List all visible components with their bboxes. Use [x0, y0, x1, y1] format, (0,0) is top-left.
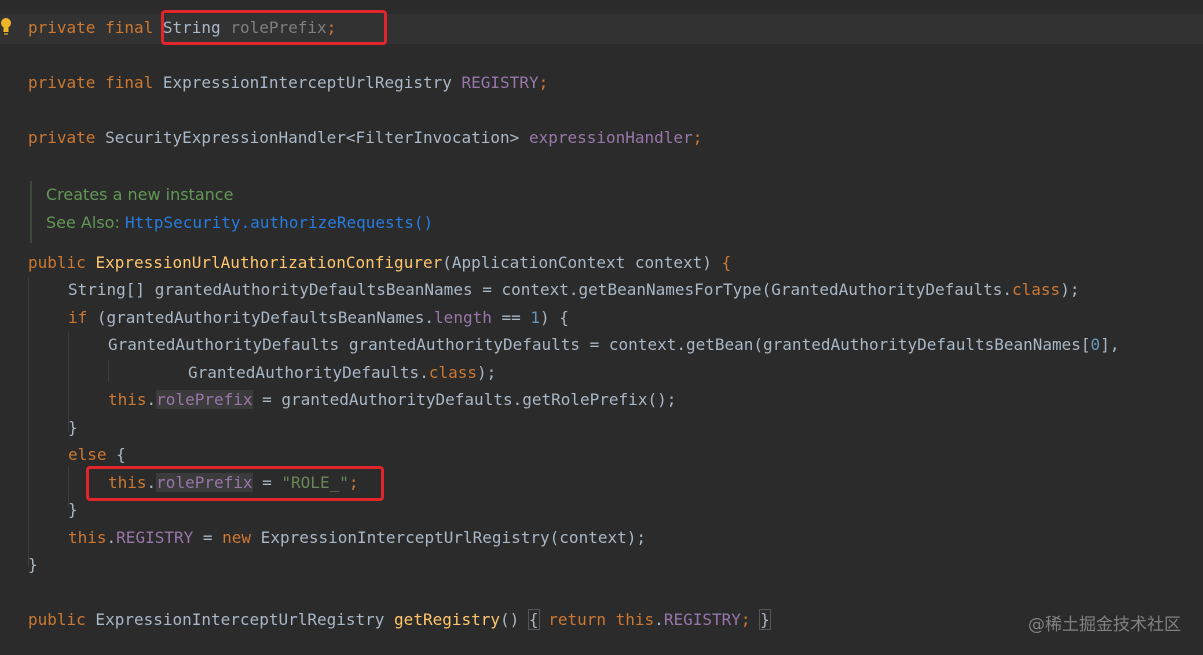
open-brace: {: [721, 253, 732, 272]
code-text: (): [500, 610, 520, 629]
code-line-close-constructor[interactable]: }: [28, 554, 38, 576]
folded-close-brace[interactable]: }: [759, 609, 771, 630]
keyword-private: private: [28, 73, 96, 92]
code-text: = grantedAuthorityDefaults.getRolePrefix…: [252, 390, 677, 409]
code-text: );: [1060, 280, 1080, 299]
field-registry: REGISTRY: [663, 610, 741, 629]
folded-open-brace[interactable]: {: [527, 609, 540, 630]
code-text: GrantedAuthorityDefaults grantedAuthorit…: [108, 335, 1091, 354]
keyword-public: public: [28, 253, 86, 272]
highlight-box-field-declaration: [161, 10, 387, 45]
javadoc-description: Creates a new instance: [46, 185, 234, 204]
field-length: length: [434, 308, 492, 327]
indent-guide: [28, 277, 29, 567]
code-line-get-bean-continued[interactable]: GrantedAuthorityDefaults.class);: [188, 362, 496, 384]
code-text: =: [193, 528, 223, 547]
javadoc-see-also-link[interactable]: HttpSecurity.authorizeRequests(): [125, 213, 433, 232]
close-brace: }: [68, 500, 78, 519]
open-brace: {: [106, 445, 126, 464]
return-type: ExpressionInterceptUrlRegistry: [85, 610, 395, 629]
watermark: @稀土掘金技术社区: [1028, 615, 1181, 635]
method-name: getRegistry: [394, 610, 501, 629]
code-line-get-bean[interactable]: GrantedAuthorityDefaults grantedAuthorit…: [108, 334, 1119, 356]
field-name: REGISTRY: [461, 73, 539, 92]
code-line-get-registry[interactable]: public ExpressionInterceptUrlRegistry ge…: [28, 609, 771, 631]
code-line-registry-field[interactable]: private final ExpressionInterceptUrlRegi…: [28, 72, 548, 94]
keyword-final: final: [105, 73, 154, 92]
code-text: String[] grantedAuthorityDefaultsBeanNam…: [68, 280, 1013, 299]
code-line-close-else[interactable]: }: [68, 499, 78, 521]
javadoc-see-also-label: See Also:: [46, 213, 120, 232]
number-literal: 1: [530, 308, 541, 327]
close-brace: }: [28, 555, 38, 574]
keyword-private: private: [28, 18, 96, 37]
code-line-bean-names[interactable]: String[] grantedAuthorityDefaultsBeanNam…: [68, 279, 1079, 301]
rendered-javadoc: Creates a new instance See Also: HttpSec…: [30, 181, 433, 243]
code-line-close-if[interactable]: }: [68, 417, 78, 439]
keyword-final: final: [105, 18, 154, 37]
highlight-box-default-assignment: [86, 466, 384, 501]
keyword-class: class: [428, 363, 477, 382]
keyword-this: this: [615, 610, 655, 629]
semicolon: ;: [538, 73, 549, 92]
code-text: );: [477, 363, 497, 382]
keyword-this: this: [108, 390, 147, 409]
number-literal: 0: [1090, 335, 1101, 354]
keyword-this: this: [68, 528, 107, 547]
close-brace: }: [68, 418, 78, 437]
code-text: .: [146, 390, 157, 409]
keyword-if: if: [68, 308, 88, 327]
constructor-params: (ApplicationContext context): [442, 253, 722, 272]
type-name: ExpressionInterceptUrlRegistry: [162, 73, 452, 92]
code-text: GrantedAuthorityDefaults.: [188, 363, 429, 382]
code-text: ) {: [540, 308, 569, 327]
field-role-prefix: rolePrefix: [156, 390, 253, 409]
code-editor[interactable]: private final String rolePrefix; private…: [0, 0, 1203, 655]
code-text: .: [106, 528, 117, 547]
semicolon: ;: [740, 610, 751, 629]
keyword-else: else: [68, 445, 107, 464]
lightbulb-icon[interactable]: [0, 16, 12, 38]
code-line-expression-handler-field[interactable]: private SecurityExpressionHandler<Filter…: [28, 127, 702, 149]
code-text: ExpressionInterceptUrlRegistry(context);: [251, 528, 646, 547]
keyword-class: class: [1012, 280, 1061, 299]
keyword-private: private: [28, 128, 96, 147]
indent-guide: [108, 360, 109, 382]
code-line-registry-assign[interactable]: this.REGISTRY = new ExpressionInterceptU…: [68, 527, 646, 549]
code-line-else[interactable]: else {: [68, 444, 126, 466]
code-text: (grantedAuthorityDefaultsBeanNames.: [87, 308, 435, 327]
type-name: SecurityExpressionHandler<FilterInvocati…: [105, 128, 520, 147]
field-name: expressionHandler: [528, 128, 693, 147]
code-line-constructor[interactable]: public ExpressionUrlAuthorizationConfigu…: [28, 252, 731, 274]
code-line-if[interactable]: if (grantedAuthorityDefaultsBeanNames.le…: [68, 307, 569, 329]
semicolon: ;: [692, 128, 703, 147]
code-text: ==: [491, 308, 531, 327]
code-line-assign-role-prefix[interactable]: this.rolePrefix = grantedAuthorityDefaul…: [108, 389, 676, 411]
field-registry: REGISTRY: [116, 528, 194, 547]
constructor-name: ExpressionUrlAuthorizationConfigurer: [95, 253, 443, 272]
keyword-return: return: [548, 610, 606, 629]
code-text: ],: [1100, 335, 1120, 354]
code-text: .: [654, 610, 664, 629]
keyword-public: public: [28, 610, 86, 629]
keyword-new: new: [222, 528, 252, 547]
